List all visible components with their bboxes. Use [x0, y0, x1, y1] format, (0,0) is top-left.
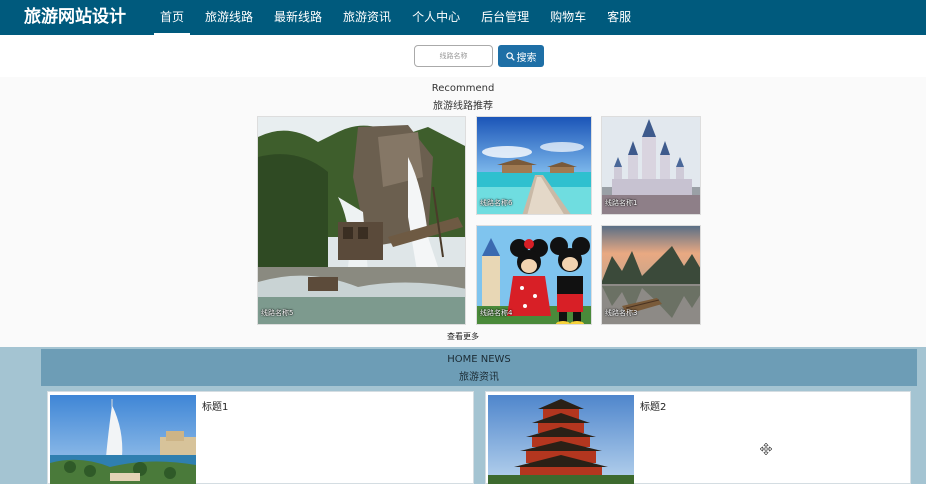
news-item-title: 标题1 — [202, 402, 229, 413]
view-more-link[interactable]: 查看更多 — [0, 331, 926, 342]
news-title-cn: 旅游资讯 — [459, 372, 499, 383]
news-item-title: 标题2 — [640, 402, 667, 413]
route-card-label: 线路名称3 — [605, 309, 638, 317]
news-section: HOME NEWS 旅游资讯 标题1 标题2 — [0, 347, 926, 484]
route-card-large[interactable]: 线路名称5 — [257, 116, 466, 325]
nav-item-personal-center[interactable]: 个人中心 — [406, 0, 466, 35]
search-input[interactable] — [414, 45, 493, 67]
news-image-tower — [488, 395, 634, 484]
news-card[interactable]: 标题2 — [485, 391, 911, 484]
nav-menu: 首页 旅游线路 最新线路 旅游资讯 个人中心 后台管理 购物车 客服 — [154, 0, 646, 35]
search-icon — [505, 51, 515, 61]
news-header: HOME NEWS 旅游资讯 — [41, 349, 917, 386]
recommend-title-cn: 旅游线路推荐 — [433, 101, 493, 112]
recommend-section: Recommend 旅游线路推荐 线路名称5 线路名称6 线路名称1 线路名称4… — [0, 77, 926, 347]
route-card[interactable]: 线路名称3 — [601, 225, 701, 325]
search-button[interactable]: 搜索 — [498, 45, 544, 67]
news-title-en: HOME NEWS — [447, 354, 511, 365]
route-card-label: 线路名称4 — [480, 309, 513, 317]
route-card-label: 线路名称1 — [605, 199, 638, 207]
search-button-label: 搜索 — [516, 52, 537, 64]
nav-item-travel-news[interactable]: 旅游资讯 — [337, 0, 397, 35]
route-card-label: 线路名称6 — [480, 199, 513, 207]
search-bar: 搜索 — [0, 35, 926, 77]
route-card[interactable]: 线路名称1 — [601, 116, 701, 215]
recommend-title-en: Recommend — [431, 83, 495, 94]
nav-item-admin[interactable]: 后台管理 — [475, 0, 535, 35]
move-cursor-icon — [760, 443, 772, 455]
nav-item-latest-routes[interactable]: 最新线路 — [268, 0, 328, 35]
nav-item-cart[interactable]: 购物车 — [544, 0, 592, 35]
route-card[interactable]: 线路名称6 — [476, 116, 592, 215]
route-card[interactable]: 线路名称4 — [476, 225, 592, 325]
route-image-waterfall — [258, 117, 465, 324]
news-image-burj — [50, 395, 196, 484]
nav-item-routes[interactable]: 旅游线路 — [199, 0, 259, 35]
site-brand[interactable]: 旅游网站设计 — [0, 0, 150, 35]
news-card[interactable]: 标题1 — [47, 391, 474, 484]
route-card-label: 线路名称5 — [261, 309, 294, 317]
nav-item-home[interactable]: 首页 — [154, 0, 191, 35]
top-navbar: 旅游网站设计 首页 旅游线路 最新线路 旅游资讯 个人中心 后台管理 购物车 客… — [0, 0, 926, 35]
nav-item-customer-service[interactable]: 客服 — [601, 0, 637, 35]
